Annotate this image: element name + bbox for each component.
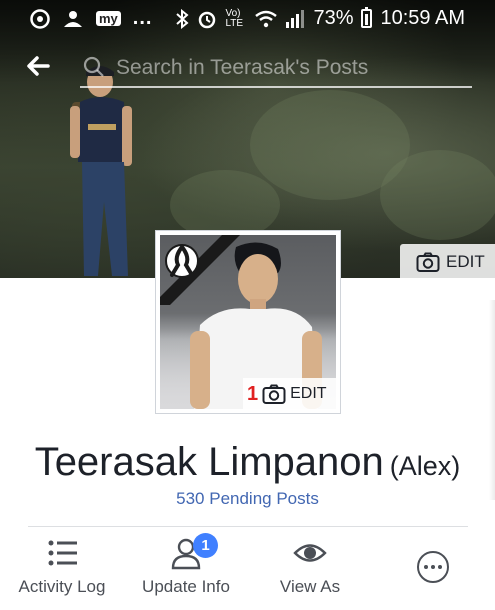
app-badge: my	[96, 11, 121, 26]
cover-person-image	[70, 66, 132, 276]
chrome-icon	[30, 8, 50, 29]
activity-log-icon	[48, 540, 77, 566]
edit-cover-label: EDIT	[446, 252, 485, 271]
network-type: Vo) LTE	[225, 7, 244, 29]
profile-screen: my ... Vo) LTE 73% 10:59 AM EDIT	[0, 0, 495, 610]
update-info-badge: 1	[193, 533, 218, 558]
scroll-edge	[489, 300, 495, 500]
camera-icon	[262, 384, 286, 404]
profile-name: Teerasak Limpanon (Alex)	[0, 440, 495, 485]
edit-profile-picture-button[interactable]: 1 EDIT	[243, 378, 337, 410]
divider	[28, 526, 468, 527]
search-input[interactable]	[116, 54, 456, 82]
signal-icon	[286, 9, 305, 28]
bluetooth-icon	[176, 8, 189, 29]
more-icon	[417, 551, 449, 583]
profile-alternate-name: (Alex)	[389, 451, 461, 481]
eye-icon	[293, 544, 327, 562]
battery-icon	[361, 7, 373, 28]
edit-cover-button[interactable]: EDIT	[400, 244, 495, 280]
battery-percent: 73%	[313, 7, 354, 29]
status-bar: my ... Vo) LTE 73% 10:59 AM	[0, 0, 495, 36]
camera-icon	[416, 252, 440, 272]
search-icon	[83, 56, 104, 77]
back-arrow-icon[interactable]	[24, 52, 52, 80]
alarm-icon	[199, 11, 216, 28]
clock: 10:59 AM	[380, 7, 465, 29]
activity-log-button[interactable]: Activity Log	[0, 532, 124, 604]
more-notifications: ...	[132, 7, 153, 29]
more-options-button[interactable]	[371, 532, 495, 604]
pending-posts-link[interactable]: 530 Pending Posts	[0, 489, 495, 509]
activity-log-label: Activity Log	[18, 577, 106, 596]
mourning-ribbon-icon	[160, 235, 240, 305]
incognito-icon	[64, 10, 82, 27]
update-info-button[interactable]: Update Info	[124, 532, 248, 604]
view-as-button[interactable]: View As	[248, 532, 372, 604]
annotation-marker: 1	[247, 382, 259, 405]
update-info-label: Update Info	[142, 577, 230, 596]
profile-main-name: Teerasak Limpanon	[34, 440, 384, 484]
view-as-label: View As	[279, 577, 341, 596]
edit-profile-label: EDIT	[290, 385, 327, 402]
search-bar[interactable]	[80, 52, 472, 88]
wifi-icon	[255, 10, 278, 27]
